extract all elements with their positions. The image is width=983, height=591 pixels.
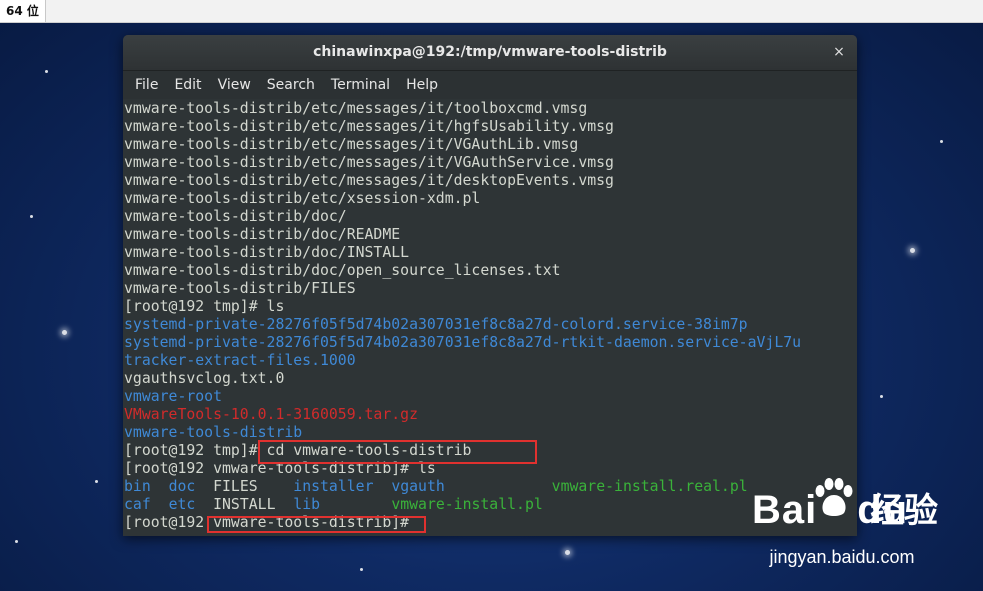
baidu-jingyan-watermark: Bai du 经验 jingyan.baidu.com <box>752 478 977 583</box>
terminal-text-segment: vmware-tools-distrib/doc/open_source_lic… <box>124 262 561 279</box>
terminal-line: vmware-tools-distrib/FILES <box>123 280 857 298</box>
terminal-text-segment: vmware-tools-distrib/FILES <box>124 280 356 297</box>
terminal-text-segment: vmware-tools-distrib/etc/messages/it/des… <box>124 172 614 189</box>
highlight-cd-command <box>258 440 537 464</box>
terminal-line: vgauthsvclog.txt.0 <box>123 370 857 388</box>
terminal-line: systemd-private-28276f05f5d74b02a307031e… <box>123 316 857 334</box>
star-decoration <box>910 248 915 253</box>
terminal-line: vmware-tools-distrib/etc/messages/it/hgf… <box>123 118 857 136</box>
window-title: chinawinxpa@192:/tmp/vmware-tools-distri… <box>313 44 667 60</box>
terminal-text-segment: installer <box>293 478 374 495</box>
menu-bar: File Edit View Search Terminal Help <box>123 71 857 100</box>
terminal-line: vmware-root <box>123 388 857 406</box>
terminal-text-segment: vgauth <box>391 478 445 495</box>
star-decoration <box>62 330 67 335</box>
terminal-text-segment: vmware-tools-distrib/etc/messages/it/VGA… <box>124 154 614 171</box>
terminal-line: vmware-tools-distrib/etc/messages/it/too… <box>123 100 857 118</box>
star-decoration <box>15 540 18 543</box>
star-decoration <box>880 395 883 398</box>
terminal-text-segment: vmware-root <box>124 388 222 405</box>
terminal-line: bin doc FILES installer vgauth vmware-in… <box>123 478 857 496</box>
terminal-text-segment: INSTALL <box>195 496 294 513</box>
star-decoration <box>360 568 363 571</box>
terminal-output[interactable]: vmware-tools-distrib/etc/messages/it/too… <box>123 99 857 536</box>
terminal-window[interactable]: chinawinxpa@192:/tmp/vmware-tools-distri… <box>123 35 857 536</box>
window-titlebar[interactable]: chinawinxpa@192:/tmp/vmware-tools-distri… <box>123 35 857 71</box>
terminal-text-segment: FILES <box>195 478 294 495</box>
terminal-line: tracker-extract-files.1000 <box>123 352 857 370</box>
terminal-line: systemd-private-28276f05f5d74b02a307031e… <box>123 334 857 352</box>
terminal-text-segment: vmware-tools-distrib/etc/messages/it/VGA… <box>124 136 579 153</box>
menu-help[interactable]: Help <box>398 71 446 99</box>
terminal-line: vmware-tools-distrib/etc/xsession-xdm.pl <box>123 190 857 208</box>
terminal-line: vmware-tools-distrib/etc/messages/it/VGA… <box>123 154 857 172</box>
terminal-text-segment: vmware-tools-distrib/etc/xsession-xdm.pl <box>124 190 481 207</box>
terminal-line: vmware-tools-distrib/doc/INSTALL <box>123 244 857 262</box>
terminal-text-segment: etc <box>168 496 196 513</box>
vm-tab-64bit[interactable]: 64 位 <box>0 0 46 22</box>
jingyan-text: 经验 <box>870 491 938 531</box>
terminal-text-segment: vmware-tools-distrib/etc/messages/it/hgf… <box>124 118 614 135</box>
terminal-text-segment: vmware-install.real.pl <box>551 478 748 495</box>
star-decoration <box>565 550 570 555</box>
star-decoration <box>30 215 33 218</box>
close-icon[interactable]: × <box>829 42 849 62</box>
menu-edit[interactable]: Edit <box>166 71 209 99</box>
terminal-line: vmware-tools-distrib/doc/ <box>123 208 857 226</box>
terminal-line: vmware-tools-distrib/etc/messages/it/VGA… <box>123 136 857 154</box>
terminal-line: [root@192 tmp]# ls <box>123 298 857 316</box>
terminal-line: VMwareTools-10.0.1-3160059.tar.gz <box>123 406 857 424</box>
terminal-text-segment: vmware-tools-distrib/doc/ <box>124 208 347 225</box>
star-decoration <box>45 70 48 73</box>
terminal-text-segment: vgauthsvclog.txt.0 <box>124 370 285 387</box>
terminal-line: vmware-tools-distrib/etc/messages/it/des… <box>123 172 857 190</box>
terminal-text-segment: vmware-tools-distrib <box>124 424 303 441</box>
star-decoration <box>95 480 98 483</box>
terminal-text-segment: vmware-tools-distrib/etc/messages/it/too… <box>124 100 588 117</box>
terminal-text-segment: tracker-extract-files.1000 <box>124 352 356 369</box>
terminal-text-segment: vmware-install.pl <box>391 496 543 513</box>
terminal-text-segment: vmware-tools-distrib/doc/README <box>124 226 401 243</box>
baidu-logo-bai: Bai <box>752 488 818 532</box>
terminal-text-segment: systemd-private-28276f05f5d74b02a307031e… <box>124 334 802 351</box>
terminal-text-segment: VMwareTools-10.0.1-3160059.tar.gz <box>124 406 418 423</box>
highlight-prompt-path <box>207 516 426 533</box>
terminal-text-segment: doc <box>168 478 196 495</box>
star-decoration <box>940 140 943 143</box>
terminal-text-segment: systemd-private-28276f05f5d74b02a307031e… <box>124 316 748 333</box>
terminal-line: vmware-tools-distrib/doc/README <box>123 226 857 244</box>
menu-search[interactable]: Search <box>259 71 323 99</box>
terminal-text-segment: vmware-tools-distrib/doc/INSTALL <box>124 244 410 261</box>
menu-view[interactable]: View <box>210 71 259 99</box>
menu-file[interactable]: File <box>127 71 166 99</box>
baidu-paw-icon <box>815 478 853 516</box>
terminal-text-segment: bin <box>124 478 151 495</box>
vm-host-toolbar: 64 位 <box>0 0 983 23</box>
menu-terminal[interactable]: Terminal <box>323 71 398 99</box>
terminal-text-segment: [root@192 tmp]# ls <box>124 298 285 315</box>
terminal-line: vmware-tools-distrib/doc/open_source_lic… <box>123 262 857 280</box>
watermark-url: jingyan.baidu.com <box>769 547 915 567</box>
terminal-line: caf etc INSTALL lib vmware-install.pl <box>123 496 857 514</box>
terminal-text-segment: caf <box>124 496 151 513</box>
terminal-text-segment: lib <box>293 496 321 513</box>
